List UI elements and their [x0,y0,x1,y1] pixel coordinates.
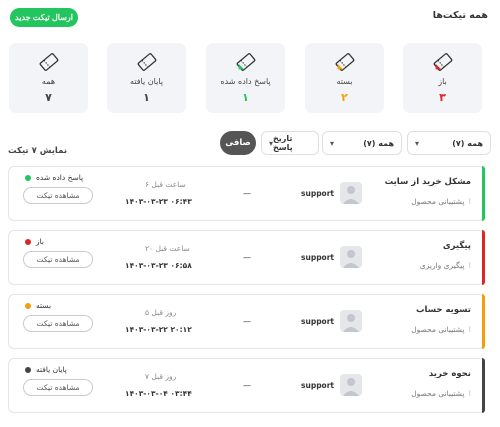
ticket-row[interactable]: مشکل خرید از سایت پشتیبانی محصول ⁝ suppor… [8,166,485,221]
view-ticket-button[interactable]: مشاهده تیکت [23,315,93,332]
status-badge: بسته [25,301,51,310]
chevron-down-icon: ▾ [415,138,420,148]
status-badge: باز [25,237,44,246]
avatar [340,310,362,332]
status-label: بسته [36,301,52,310]
stat-count: ۲ [341,91,348,104]
status-dot [25,238,31,245]
ticket-time-ago: ۷ روز قبل [145,372,177,381]
ticket-priority: — [243,189,251,198]
filter-select-1[interactable]: ▾ همه (۷) [407,131,491,155]
department-label: پشتیبانی محصول [411,197,465,206]
stat-label: باز [438,77,447,86]
stat-count: ۷ [45,91,52,104]
ticket-icon [39,53,58,71]
stat-label: پاسخ داده شده [220,77,271,86]
stat-label: همه [41,77,56,86]
ticket-department: پیگیری واریزی ⁝ [420,261,471,270]
stat-card-answered[interactable]: پاسخ داده شده ۱ [206,43,285,113]
ticket-title[interactable]: پیگیری [443,241,471,251]
ticket-date: ۱۴۰۳-۰۳-۰۴ ۰۳:۴۴ [125,389,192,398]
ticket-icon [236,53,255,71]
ticket-time-ago: ۵ روز قبل [145,308,177,317]
status-label: باز [36,237,44,246]
ticket-priority: — [243,381,251,390]
tag-icon: ⁝ [468,325,471,334]
sort-value: تاریخ پاسخ [273,134,293,152]
stat-count: ۱ [242,91,249,104]
chevron-down-icon: ▾ [330,138,335,148]
status-label: پاسخ داده شده [36,173,84,182]
ticket-icon [433,53,452,71]
status-badge: پایان یافته [25,365,67,374]
ticket-time-ago: ۲۰ ساعت قبل [145,244,190,253]
filter-select-2[interactable]: ▾ همه (۷) [322,131,402,155]
tag-icon: ⁝ [468,389,471,398]
avatar [340,374,362,396]
ticket-row[interactable]: نحوه خرید پشتیبانی محصول ⁝ support — ۷ رو… [8,358,485,413]
ticket-date: ۱۴۰۳-۰۳-۲۳ ۰۶:۵۸ [125,261,192,270]
tag-icon: ⁝ [468,197,471,206]
view-ticket-button[interactable]: مشاهده تیکت [23,251,93,268]
stat-card-finished[interactable]: پایان یافته ۱ [107,43,186,113]
page-title: همه تیکت‌ها [432,10,488,21]
ticket-date: ۱۴۰۳-۰۳-۲۲ ۲۰:۱۲ [125,325,192,334]
ticket-row[interactable]: پیگیری پیگیری واریزی ⁝ support — ۲۰ ساعت … [8,230,485,285]
department-label: پشتیبانی محصول [411,325,465,334]
sort-select[interactable]: ▾ تاریخ پاسخ [261,131,319,155]
ticket-date: ۱۴۰۳-۰۳-۲۳ ۰۶:۴۳ [125,197,192,206]
stat-card-all[interactable]: همه ۷ [9,43,88,113]
filter-apply-button[interactable]: صافی [220,131,256,155]
filter-value: همه (۷) [452,138,483,148]
filter-value: همه (۷) [363,138,394,148]
avatar [340,182,362,204]
ticket-user: support [301,381,334,390]
ticket-user: support [301,189,334,198]
stat-label: بسته [336,77,353,86]
ticket-title[interactable]: تسویه حساب [416,305,471,315]
avatar [340,246,362,268]
ticket-time-ago: ۶ ساعت قبل [145,180,186,189]
status-stripe [482,166,485,221]
status-dot [25,174,31,181]
ticket-count: نمایش ۷ تیکت [8,146,68,156]
ticket-row[interactable]: تسویه حساب پشتیبانی محصول ⁝ support — ۵ ر… [8,294,485,349]
status-label: پایان یافته [36,365,67,374]
status-stripe [482,358,485,413]
ticket-icon [137,53,156,71]
ticket-user: support [301,317,334,326]
ticket-title[interactable]: نحوه خرید [429,369,471,379]
view-ticket-button[interactable]: مشاهده تیکت [23,187,93,204]
status-badge: پاسخ داده شده [25,173,83,182]
status-dot [25,366,31,373]
stat-label: پایان یافته [130,77,163,86]
new-ticket-button[interactable]: ارسال تیکت جدید [10,8,78,27]
ticket-title[interactable]: مشکل خرید از سایت [385,177,471,187]
ticket-department: پشتیبانی محصول ⁝ [411,325,471,334]
ticket-priority: — [243,317,251,326]
ticket-priority: — [243,253,251,262]
view-ticket-button[interactable]: مشاهده تیکت [23,379,93,396]
stat-count: ۳ [439,91,446,104]
department-label: پشتیبانی محصول [411,389,465,398]
status-stripe [482,230,485,285]
status-dot [25,302,31,309]
ticket-icon [335,53,354,71]
ticket-department: پشتیبانی محصول ⁝ [411,197,471,206]
stat-card-closed[interactable]: بسته ۲ [305,43,384,113]
status-stripe [482,294,485,349]
department-label: پیگیری واریزی [419,261,465,270]
stat-count: ۱ [143,91,150,104]
tag-icon: ⁝ [468,261,471,270]
stat-card-open[interactable]: باز ۳ [403,43,482,113]
ticket-department: پشتیبانی محصول ⁝ [411,389,471,398]
ticket-user: support [301,253,334,262]
